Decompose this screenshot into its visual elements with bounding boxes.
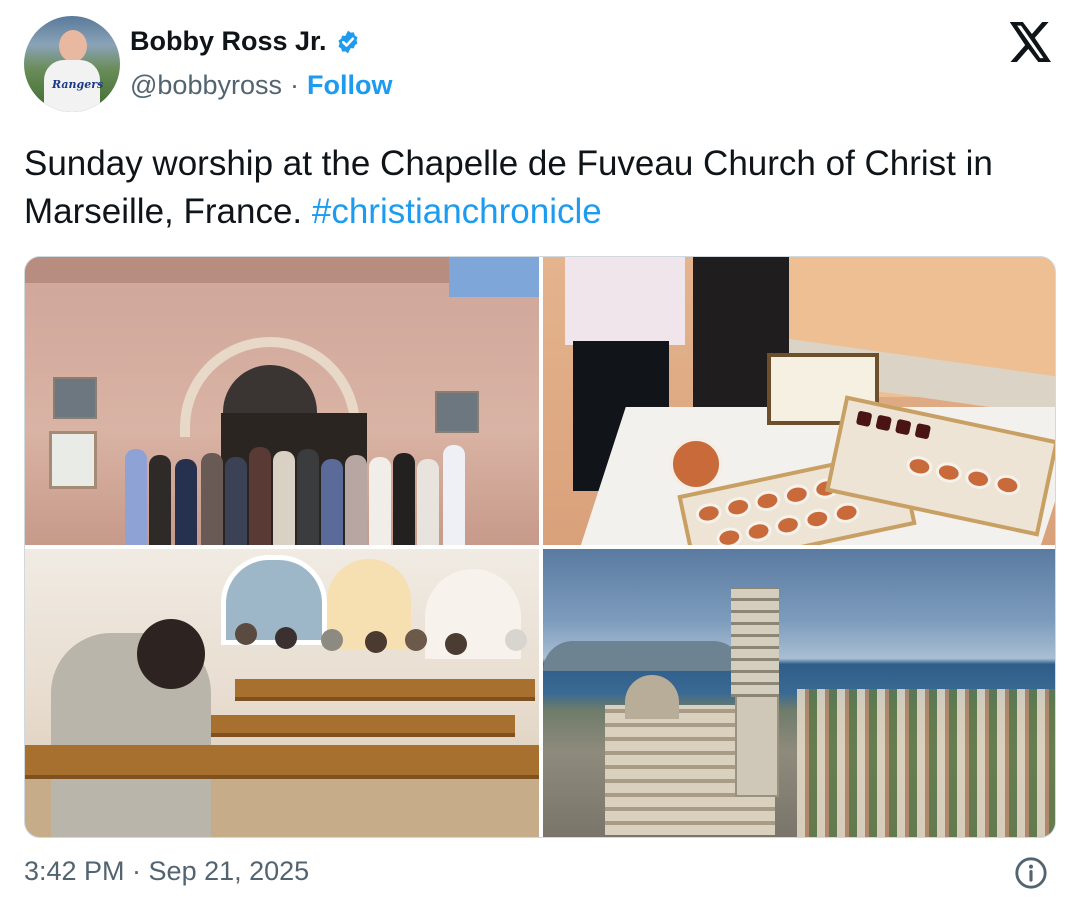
person (125, 449, 147, 545)
congregant-head (505, 629, 527, 651)
info-icon[interactable] (1014, 856, 1048, 890)
notice-board (49, 431, 97, 489)
person (443, 445, 465, 545)
cup (782, 482, 812, 508)
person (201, 453, 223, 545)
media-grid (24, 256, 1056, 838)
avatar-logo-text: Rangers (52, 78, 104, 91)
cup (802, 506, 833, 532)
cup (714, 525, 745, 545)
person (175, 459, 197, 545)
person (369, 457, 391, 545)
congregant-head (235, 623, 257, 645)
congregant-head (321, 629, 343, 651)
praying-man-head (137, 619, 205, 689)
window-left (53, 377, 97, 419)
man-shirt (565, 257, 685, 345)
city-rooftops (797, 689, 1055, 837)
sky-patch (449, 257, 539, 297)
cup (933, 460, 964, 486)
tweet-timestamp[interactable]: 3:42 PM · Sep 21, 2025 (24, 856, 309, 887)
author-name-row: Bobby Ross Jr. (130, 26, 361, 57)
congregation-group (125, 441, 495, 545)
wine-cup (914, 422, 932, 440)
hashtag-link[interactable]: #christianchronicle (312, 192, 602, 231)
front-pew (25, 745, 539, 779)
handle-separator: · (289, 70, 299, 100)
person (249, 447, 271, 545)
person (297, 449, 319, 545)
congregant-head (405, 629, 427, 651)
person (417, 459, 439, 545)
author-avatar[interactable]: Rangers (24, 16, 120, 112)
wine-cup (875, 414, 892, 432)
congregant-head (445, 633, 467, 655)
person (149, 455, 171, 545)
cup (992, 472, 1023, 498)
communion-table-photo[interactable] (543, 257, 1055, 545)
congregant-head (365, 631, 387, 653)
person (273, 451, 295, 545)
marseille-basilica-photo[interactable] (543, 549, 1055, 837)
wine-cup (855, 410, 873, 428)
cup (773, 512, 803, 538)
pew (235, 679, 535, 701)
author-handle-row: @bobbyross · Follow (130, 70, 392, 101)
author-name[interactable]: Bobby Ross Jr. (130, 26, 327, 57)
verified-badge-icon (338, 30, 358, 53)
cup (963, 466, 993, 492)
basilica-dome (625, 675, 679, 719)
cup (693, 500, 724, 526)
follow-button[interactable]: Follow (307, 70, 392, 101)
cup (831, 500, 862, 526)
pew (175, 715, 515, 737)
tweet-text: Sunday worship at the Chapelle de Fuveau… (24, 140, 1034, 236)
cup (904, 453, 935, 479)
person (225, 457, 247, 545)
church-exterior-photo[interactable] (25, 257, 539, 545)
tower-scaffolding (731, 587, 779, 697)
person (345, 455, 367, 545)
avatar-head (59, 30, 87, 62)
bread-bowl (669, 437, 723, 491)
person (321, 459, 343, 545)
cup (752, 488, 783, 514)
wine-cup (894, 418, 912, 436)
author-handle[interactable]: @bobbyross (130, 70, 282, 101)
worship-interior-photo[interactable] (25, 549, 539, 837)
x-logo-icon[interactable] (1008, 22, 1054, 62)
congregant-head (275, 627, 297, 649)
cup (743, 518, 774, 544)
cup (723, 494, 753, 520)
person (393, 453, 415, 545)
window-right (435, 391, 479, 433)
distant-hills (543, 641, 743, 671)
